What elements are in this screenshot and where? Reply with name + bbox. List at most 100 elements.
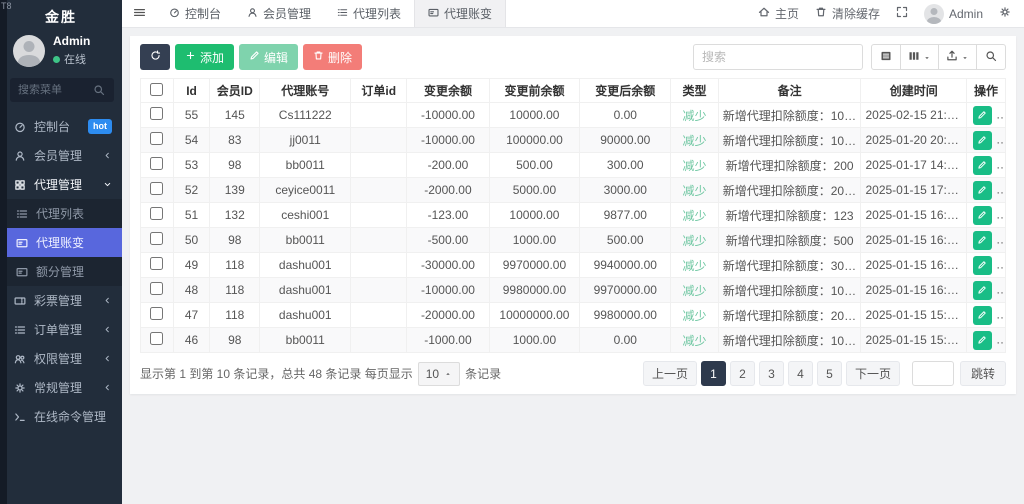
- sidebar-item-会员管理[interactable]: 会员管理: [0, 141, 122, 170]
- export-button[interactable]: [938, 44, 977, 70]
- tab-代理列表[interactable]: 代理列表: [324, 0, 414, 27]
- row-edit-button[interactable]: [972, 330, 992, 350]
- page-button-1[interactable]: 1: [700, 361, 726, 386]
- user-icon: [247, 7, 258, 21]
- ticket-icon: [13, 295, 27, 307]
- row-edit-button[interactable]: [972, 280, 992, 300]
- next-page-button[interactable]: 下一页: [845, 361, 900, 386]
- jump-page-input[interactable]: [911, 361, 954, 386]
- settings-button[interactable]: [999, 6, 1011, 21]
- sidebar-item-在线命令管理[interactable]: 在线命令管理: [0, 402, 122, 431]
- submenu-item-代理账变[interactable]: 代理账变: [0, 228, 122, 257]
- toggle-view-button[interactable]: [871, 44, 901, 70]
- cell-remark: 新增代理扣除额度：10000: [717, 102, 862, 128]
- column-header-操作: 操作: [965, 78, 1007, 103]
- cell-member-id: 83: [209, 127, 261, 153]
- corner-label: T8: [1, 1, 12, 11]
- page-button-3[interactable]: 3: [758, 361, 784, 386]
- cell-actions: [965, 252, 1007, 278]
- user-menu[interactable]: Admin: [923, 3, 983, 24]
- columns-button[interactable]: [900, 44, 939, 70]
- page-button-5[interactable]: 5: [816, 361, 842, 386]
- cell-created-time: 2025-02-15 21:16:17: [860, 102, 967, 128]
- cell-after-amount: 500.00: [579, 227, 672, 253]
- cell-agent-account: bb0011: [259, 152, 352, 178]
- row-checkbox[interactable]: [150, 282, 164, 295]
- cell-actions: [965, 127, 1007, 153]
- sidebar-toggle-button[interactable]: [122, 0, 156, 27]
- submenu-item-额分管理[interactable]: 额分管理: [0, 257, 122, 286]
- edit-button[interactable]: 编辑: [239, 44, 299, 70]
- cell-actions: [965, 227, 1007, 253]
- clear-cache-link[interactable]: 清除缓存: [815, 5, 880, 22]
- sidebar-item-订单管理[interactable]: 订单管理: [0, 315, 122, 344]
- sidebar-item-控制台[interactable]: 控制台 hot: [0, 112, 122, 141]
- submenu-item-代理列表[interactable]: 代理列表: [0, 199, 122, 228]
- edit-button-label: 编辑: [264, 50, 289, 65]
- delete-button[interactable]: 删除: [303, 44, 363, 70]
- sidebar-item-权限管理[interactable]: 权限管理: [0, 344, 122, 373]
- navbar-user-label: Admin: [948, 6, 983, 21]
- sidebar-item-彩票管理[interactable]: 彩票管理: [0, 286, 122, 315]
- prev-page-button[interactable]: 上一页: [642, 361, 697, 386]
- table-view-controls: [871, 44, 1006, 70]
- row-edit-button[interactable]: [972, 255, 992, 275]
- tab-代理账变[interactable]: 代理账变: [414, 0, 507, 27]
- cell-order-id: [350, 102, 408, 128]
- table-row: 49 118 dashu001 -30000.00 9970000.00 9940000.…: [140, 252, 1007, 278]
- row-edit-button[interactable]: [972, 130, 992, 150]
- dashboard-icon: [13, 121, 27, 133]
- row-checkbox[interactable]: [150, 307, 164, 320]
- row-checkbox[interactable]: [150, 132, 164, 145]
- row-edit-button[interactable]: [972, 155, 992, 175]
- pencil-icon: [977, 108, 987, 123]
- cell-member-id: 98: [209, 227, 261, 253]
- cell-remark: 新增代理扣除额度：2000: [717, 177, 862, 203]
- fullscreen-button[interactable]: [896, 6, 908, 21]
- row-edit-button[interactable]: [972, 230, 992, 250]
- type-badge: 减少: [682, 158, 707, 173]
- cell-id: 51: [172, 202, 211, 228]
- refresh-button[interactable]: [140, 44, 170, 70]
- card-icon: [15, 266, 29, 278]
- sidebar-item-常规管理[interactable]: 常规管理: [0, 373, 122, 402]
- row-checkbox[interactable]: [150, 332, 164, 345]
- cell-actions: [965, 102, 1007, 128]
- add-button[interactable]: 添加: [175, 44, 235, 70]
- cell-after-amount: 9877.00: [579, 202, 672, 228]
- page-size-dropdown[interactable]: 10: [417, 361, 461, 386]
- row-checkbox[interactable]: [150, 182, 164, 195]
- pagination: 上一页 1 2 3 4 5 下一页: [639, 361, 900, 386]
- row-checkbox[interactable]: [150, 257, 164, 270]
- page-button-4[interactable]: 4: [787, 361, 813, 386]
- pencil-icon: [977, 333, 987, 348]
- cell-after-amount: 9940000.00: [579, 252, 672, 278]
- cell-select: [140, 152, 174, 178]
- tab-控制台[interactable]: 控制台: [156, 0, 234, 27]
- row-checkbox[interactable]: [150, 232, 164, 245]
- row-edit-button[interactable]: [972, 105, 992, 125]
- row-checkbox[interactable]: [150, 107, 164, 120]
- row-edit-button[interactable]: [972, 205, 992, 225]
- home-link[interactable]: 主页: [758, 5, 799, 22]
- row-checkbox[interactable]: [150, 207, 164, 220]
- cell-member-id: 118: [209, 302, 261, 328]
- jump-button[interactable]: 跳转: [959, 361, 1006, 386]
- cell-member-id: 139: [209, 177, 261, 203]
- sidebar-item-代理管理[interactable]: 代理管理: [0, 170, 122, 199]
- sidebar-search-input[interactable]: [18, 84, 92, 96]
- row-checkbox[interactable]: [150, 157, 164, 170]
- search-toggle-button[interactable]: [976, 44, 1006, 70]
- submenu-item-label: 额分管理: [36, 265, 85, 279]
- table-row: 46 98 bb0011 -1000.00 1000.00 0.00 减少 新增代理扣除额度：…: [140, 327, 1007, 353]
- table-search-input[interactable]: [693, 44, 863, 70]
- row-edit-button[interactable]: [972, 180, 992, 200]
- cell-order-id: [350, 227, 408, 253]
- online-status-label: 在线: [64, 54, 86, 66]
- select-all-checkbox[interactable]: [150, 82, 164, 96]
- row-edit-button[interactable]: [972, 305, 992, 325]
- tab-会员管理[interactable]: 会员管理: [234, 0, 324, 27]
- page-button-2[interactable]: 2: [729, 361, 755, 386]
- pagination-info-suffix: 条记录: [465, 367, 502, 381]
- cell-select: [140, 202, 174, 228]
